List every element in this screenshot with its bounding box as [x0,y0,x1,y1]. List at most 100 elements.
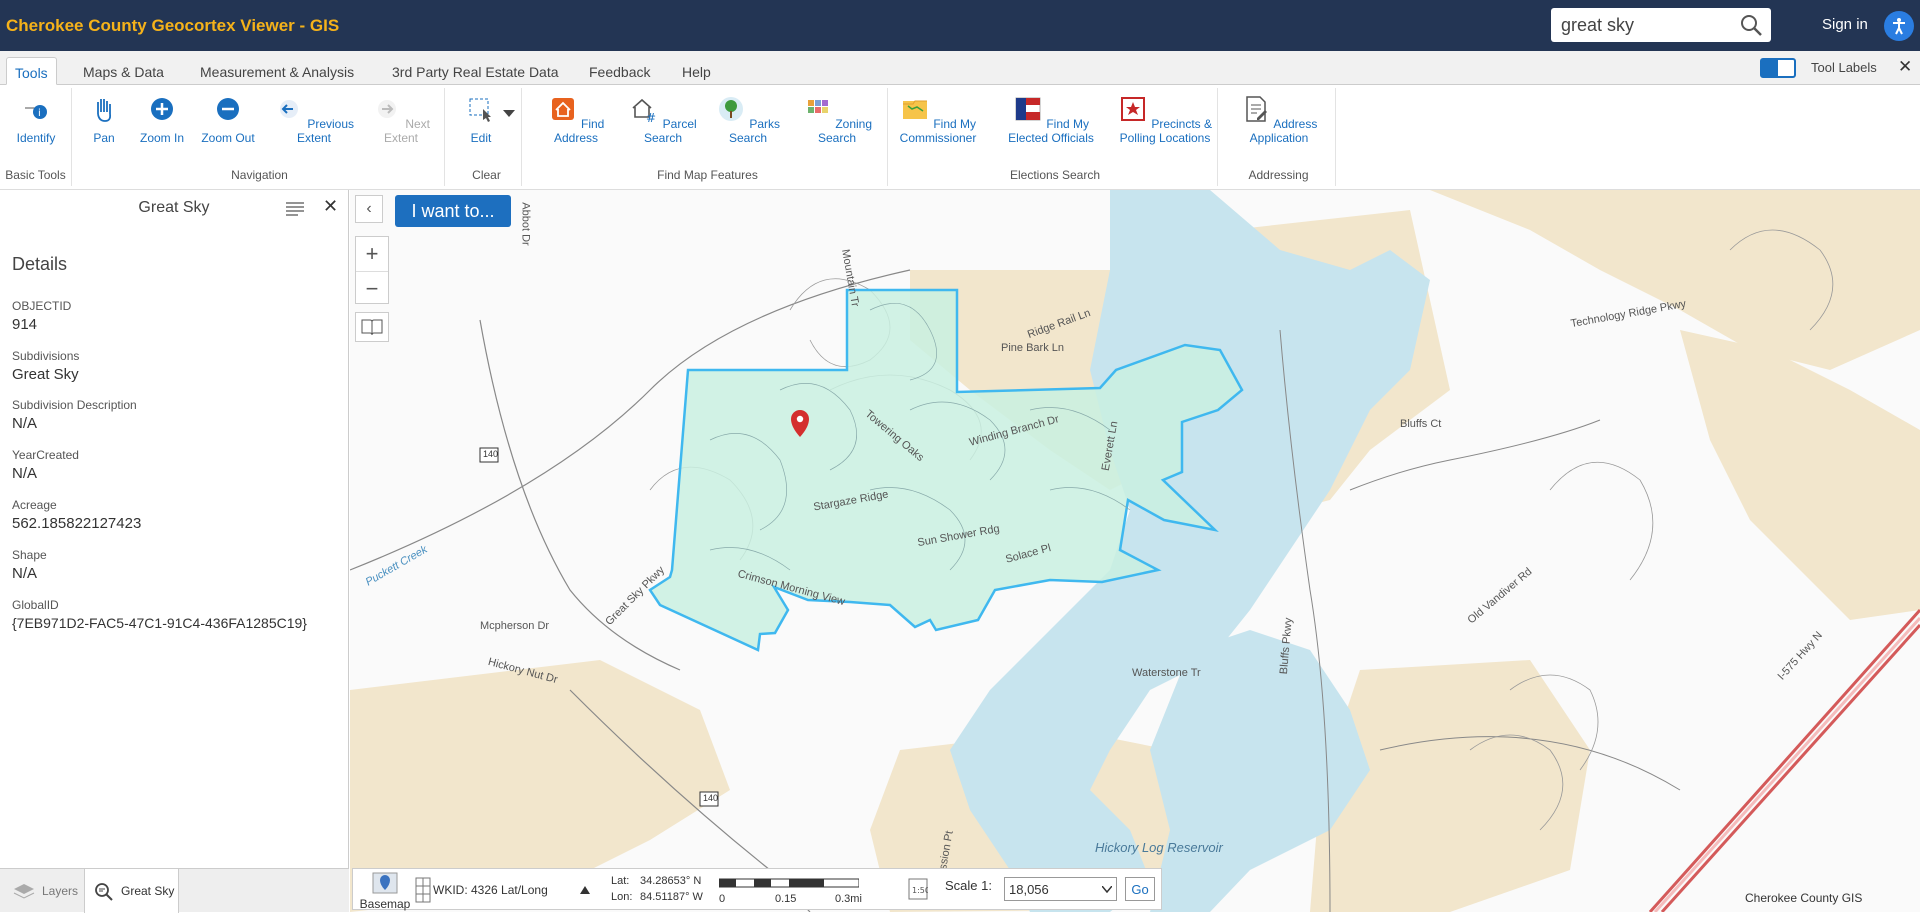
field-value: N/A [12,465,38,482]
tab-bar: Tools Maps & Data Measurement & Analysis… [0,51,1920,85]
tab-measurement-analysis[interactable]: Measurement & Analysis [192,57,362,85]
i-want-to-button[interactable]: I want to... [395,195,511,227]
toolbar-ribbon: i Identify Basic Tools Pan Zoom In Zoom … [0,85,1920,190]
lon-label: Lon: [611,891,633,903]
scale-tick: 0.15 [775,893,797,905]
map-view[interactable]: Abbot Dr Mountain Tr Pine Bark Ln Ridge … [350,190,1920,912]
map-label: Abbot Dr [519,202,532,246]
document-edit-icon [1245,96,1267,122]
grid-icon [415,877,431,903]
menu-icon[interactable] [286,202,304,216]
svg-text:1:50: 1:50 [912,886,928,895]
chevron-down-icon[interactable] [503,110,515,118]
zoning-grid-icon [807,100,828,113]
search-icon[interactable] [1739,13,1763,37]
parks-search-tool[interactable]: Parks Search [710,94,786,145]
field-label: Subdivision Description [12,398,137,412]
close-panel-icon[interactable]: ✕ [323,196,338,217]
field-value: {7EB971D2-FAC5-47C1-91C4-436FA1285C19} [12,615,307,631]
select-edit-icon [469,98,491,122]
polling-star-icon [1120,97,1145,121]
zoom-in-tool[interactable]: Zoom In [132,94,192,145]
pan-tool[interactable]: Pan [79,94,129,145]
zoom-out-icon [217,98,239,120]
tab-feedback[interactable]: Feedback [581,57,658,85]
layers-icon [13,884,35,899]
go-button[interactable]: Go [1125,877,1155,901]
field-value: 914 [12,316,38,333]
zoning-search-tool[interactable]: Zoning Search [794,94,880,145]
field-label: Subdivisions [12,349,80,363]
route-140-badge: 140 [483,449,499,459]
identify-icon: i [25,105,47,119]
scale-select[interactable]: 18,056 [1004,877,1117,901]
zoom-out-tool[interactable]: Zoom Out [198,94,258,145]
lon-value: 84.51187° W [640,891,703,903]
group-title: Elections Search [1009,168,1101,182]
tab-layers[interactable]: Layers [0,869,84,913]
group-clear: Edit Clear [452,88,522,186]
wkid-selector[interactable]: WKID: 4326 Lat/Long [433,883,548,897]
map-label: Mcpherson Dr [480,620,550,632]
find-my-elected-officials-tool[interactable]: Find My Elected Officials [1008,94,1094,145]
scale-tick: 0.3mi [835,893,862,905]
accessibility-icon[interactable] [1884,11,1914,41]
caret-up-icon[interactable] [580,886,590,894]
field-label: OBJECTID [12,299,72,313]
tab-great-sky[interactable]: Great Sky [84,869,179,913]
back-arrow-icon [279,100,298,118]
next-extent-tool[interactable]: Next Extent [365,94,437,145]
map-folder-icon [902,100,927,119]
hand-icon [97,99,112,122]
chevron-down-icon [1102,886,1112,893]
bookmarks-button[interactable] [355,312,389,342]
field-value: 562.185822127423 [12,515,142,532]
zoom-out-button[interactable]: − [356,271,388,305]
group-addressing: Address Application Addressing [1222,88,1336,186]
svg-text:i: i [38,108,41,119]
group-title: Addressing [1248,168,1309,182]
parcel-icon: # [632,98,656,125]
details-panel: Great Sky ✕ Details OBJECTID 914 Subdivi… [0,190,349,912]
app-title: Cherokee County Geocortex Viewer - GIS [6,15,340,35]
zoom-in-button[interactable]: + [356,237,388,271]
map-label: Bluffs Ct [1400,418,1442,430]
zoom-in-icon [151,98,173,120]
field-value: N/A [12,565,38,582]
map-label: Hickory Log Reservoir [1095,840,1223,855]
forward-arrow-icon [377,100,396,118]
book-icon [361,319,383,336]
search-results-icon [95,883,113,901]
collapse-panel-button[interactable]: ‹ [355,195,383,223]
tab-tools[interactable]: Tools [6,57,57,85]
tab-real-estate-data[interactable]: 3rd Party Real Estate Data [384,57,567,85]
tab-maps-data[interactable]: Maps & Data [75,57,172,85]
edit-tool[interactable]: Edit [458,94,504,145]
georgia-flag-icon [1015,97,1041,121]
group-navigation: Pan Zoom In Zoom Out Previous Extent Nex… [75,88,445,186]
map-label: Pine Bark Ln [1001,342,1064,354]
find-address-tool[interactable]: Find Address [536,94,616,145]
find-my-commissioner-tool[interactable]: Find My Commissioner [895,94,981,145]
scale-bar [719,878,859,888]
search-box[interactable] [1551,8,1771,42]
address-application-tool[interactable]: Address Application [1234,94,1324,145]
zoom-control[interactable]: + − [355,236,389,304]
close-ribbon-icon[interactable]: ✕ [1898,57,1912,77]
identify-tool[interactable]: i Identify [12,94,60,145]
tool-labels-toggle[interactable] [1760,58,1796,78]
previous-extent-tool[interactable]: Previous Extent [271,94,357,145]
lat-label: Lat: [611,875,630,887]
basemap-button[interactable]: Basemap [354,870,416,911]
map-label: Waterstone Tr [1132,667,1201,679]
group-title: Clear [472,168,501,182]
sign-in-link[interactable]: Sign in [1822,16,1868,33]
route-140-badge: 140 [703,793,719,803]
search-input[interactable] [1561,14,1741,36]
details-heading: Details [12,254,68,274]
field-label: Acreage [12,498,57,512]
precincts-polling-tool[interactable]: Precincts & Polling Locations [1117,94,1213,145]
tab-help[interactable]: Help [674,57,719,85]
field-value: N/A [12,415,38,432]
parcel-search-tool[interactable]: # Parcel Search [623,94,703,145]
